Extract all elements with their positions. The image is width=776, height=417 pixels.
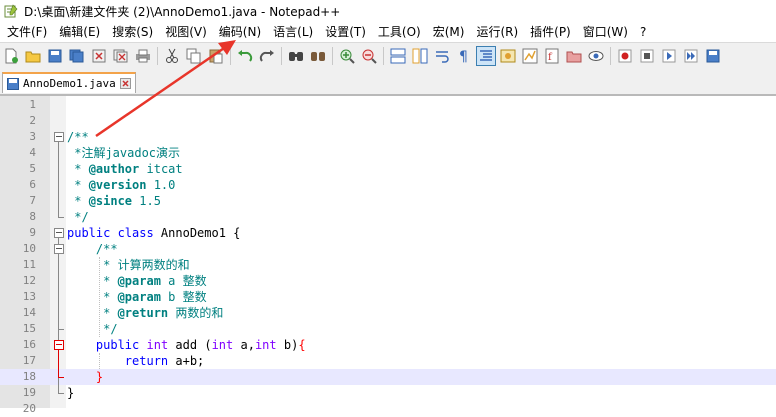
zoom-out-icon[interactable] [360,47,378,65]
indent-guide [99,257,100,337]
macro-stop-icon[interactable] [638,47,656,65]
doc-map-icon[interactable] [521,47,539,65]
macro-play-icon[interactable] [660,47,678,65]
menu-settings[interactable]: 设置(T) [319,22,372,42]
fold-line [58,350,59,377]
fold-end [58,217,64,218]
find-icon[interactable] [287,47,305,65]
language-define-icon[interactable] [499,47,517,65]
code-line-7: 7 * @since 1.5 [29,194,161,208]
word-wrap-icon[interactable] [433,47,451,65]
save-all-icon[interactable] [68,47,86,65]
menu-language[interactable]: 语言(L) [267,22,319,42]
code-line-8: 8 */ [29,210,89,224]
menu-macro[interactable]: 宏(M) [427,22,471,42]
replace-icon[interactable] [309,47,327,65]
code-line-6: 6 * @version 1.0 [29,178,176,192]
redo-icon[interactable] [258,47,276,65]
cut-icon[interactable] [163,47,181,65]
menu-bar: 文件(F) 编辑(E) 搜索(S) 视图(V) 编码(N) 语言(L) 设置(T… [0,22,776,42]
undo-icon[interactable] [236,47,254,65]
show-all-chars-icon[interactable]: ¶ [455,47,473,65]
paste-icon[interactable] [207,47,225,65]
tab-label: AnnoDemo1.java [23,77,116,90]
menu-edit[interactable]: 编辑(E) [53,22,106,42]
indent-guide [99,353,100,369]
sync-horizontal-icon[interactable] [411,47,429,65]
save-icon[interactable] [46,47,64,65]
code-line-18-current: 18 } [0,369,776,385]
code-line-3: 3/** [29,130,89,144]
menu-file[interactable]: 文件(F) [0,22,53,42]
svg-text:¶: ¶ [459,49,468,64]
fold-end [58,377,64,378]
toolbar-separator [610,47,611,65]
close-all-icon[interactable] [112,47,130,65]
copy-icon[interactable] [185,47,203,65]
menu-help[interactable]: ? [634,22,652,42]
code-line-9: 9 public class AnnoDemo1 { [29,226,241,240]
toolbar: ¶ f [0,42,776,70]
toolbar-separator [281,47,282,65]
close-file-icon[interactable] [90,47,108,65]
menu-view[interactable]: 视图(V) [159,22,213,42]
code-line-14: 14 * @return 两数的和 [22,306,224,320]
code-line-13: 13 * @param b 整数 [22,290,207,304]
toolbar-separator [157,47,158,65]
open-file-icon[interactable] [24,47,42,65]
code-line-5: 5 * @author itcat [29,162,183,176]
code-line-17: 17 return a+b; [22,354,205,368]
toolbar-separator [230,47,231,65]
menu-window[interactable]: 窗口(W) [577,22,634,42]
zoom-in-icon[interactable] [338,47,356,65]
new-file-icon[interactable] [2,47,20,65]
macro-record-icon[interactable] [616,47,634,65]
folder-workspace-icon[interactable] [565,47,583,65]
macro-play-multiple-icon[interactable] [682,47,700,65]
indent-guide-icon[interactable] [476,46,496,66]
window-title: D:\桌面\新建文件夹 (2)\AnnoDemo1.java - Notepad… [24,4,341,19]
code-line-12: 12 * @param a 整数 [22,274,207,288]
tab-annodemo1[interactable]: AnnoDemo1.java [2,72,136,93]
fold-end [58,393,64,394]
code-line-16: 16 public int add (int a,int b){ [22,338,306,352]
macro-save-icon[interactable] [704,47,722,65]
menu-run[interactable]: 运行(R) [470,22,524,42]
code-line-11: 11 * 计算两数的和 [22,258,190,272]
code-line-15: 15 */ [22,322,118,336]
menu-encoding[interactable]: 编码(N) [213,22,267,42]
print-icon[interactable] [134,47,152,65]
monitoring-icon[interactable] [587,47,605,65]
code-line-20: 20 [22,402,36,415]
toolbar-separator [332,47,333,65]
tab-bar: AnnoDemo1.java [0,69,776,96]
menu-search[interactable]: 搜索(S) [106,22,159,42]
sync-vertical-icon[interactable] [389,47,407,65]
notepadpp-app-icon [4,4,18,18]
toolbar-separator [383,47,384,65]
code-line-4: 4 *注解javadoc演示 [29,146,181,160]
title-bar: D:\桌面\新建文件夹 (2)\AnnoDemo1.java - Notepad… [0,0,776,22]
fold-end [58,329,64,330]
code-line-2: 2 [29,114,36,127]
code-line-1: 1 [29,98,36,111]
close-icon[interactable] [119,78,131,89]
function-list-icon[interactable]: f [543,47,561,65]
menu-tools[interactable]: 工具(O) [372,22,427,42]
code-line-10: 10 /** [22,242,118,256]
menu-plugins[interactable]: 插件(P) [524,22,577,42]
code-line-19: 19} [22,386,75,400]
editor-area[interactable]: 1 2 3/** 4 *注解javadoc演示 5 * @author itca… [0,96,776,415]
fold-line [58,142,59,217]
saved-file-icon [7,77,19,90]
